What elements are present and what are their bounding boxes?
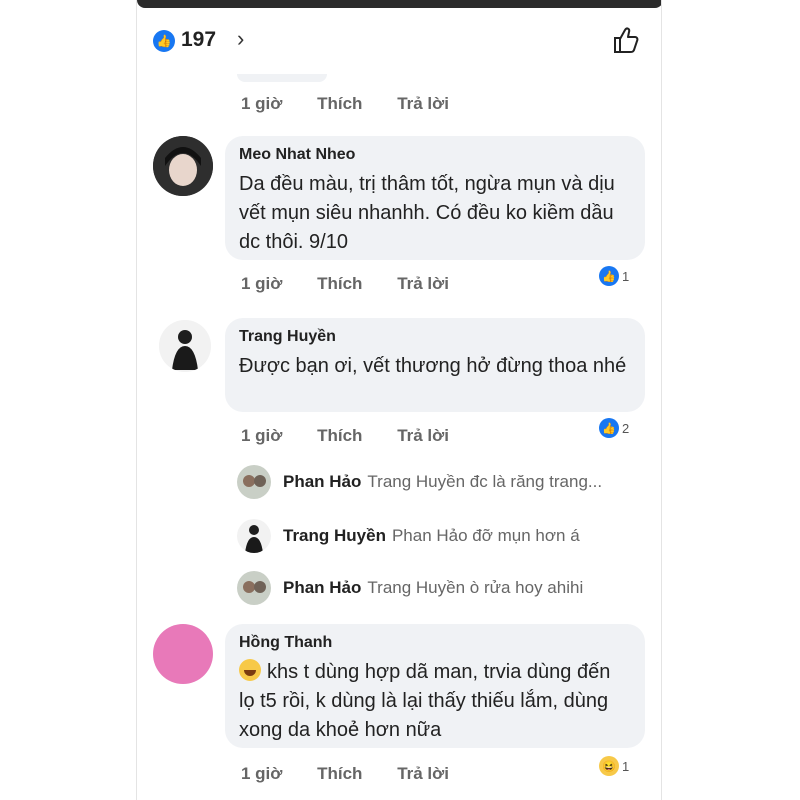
reply-avatar[interactable]	[237, 571, 271, 605]
avatar-photo	[237, 519, 271, 553]
reply-text: Trang Huyền đc là răng trang...	[367, 472, 603, 491]
reply-author[interactable]: Phan Hảo	[283, 472, 361, 492]
comment-author[interactable]: Meo Nhat Nheo	[239, 146, 631, 164]
avatar-photo	[153, 136, 213, 196]
reaction-count[interactable]: 197	[181, 28, 216, 52]
previous-comment-bubble	[237, 74, 327, 82]
like-reaction-icon: 👍	[599, 266, 619, 286]
comment-text: khs t dùng hợp dã man, trvia dùng đến lọ…	[239, 661, 611, 741]
like-link[interactable]: Thích	[317, 274, 362, 293]
reaction-badge-count: 1	[622, 758, 630, 774]
avatar-photo	[237, 571, 271, 605]
like-reaction-icon: 👍	[153, 30, 175, 52]
reactions-header: 👍 197 ›	[137, 8, 661, 66]
like-link[interactable]: Thích	[317, 426, 362, 445]
comment-time: 1 giờ	[241, 764, 283, 783]
avatar-photo	[237, 465, 271, 499]
reaction-badge-count: 1	[622, 268, 630, 284]
comment-actions: 1 giờ Thích Trả lời	[241, 94, 479, 114]
reply-item[interactable]: Phan Hảo Trang Huyền ò rửa hoy ahihi	[237, 570, 583, 606]
reply-text: Trang Huyền ò rửa hoy ahihi	[367, 578, 584, 597]
reply-author[interactable]: Trang Huyền	[283, 526, 386, 546]
comment-text-wrapper: khs t dùng hợp dã man, trvia dùng đến lọ…	[239, 658, 631, 745]
avatar[interactable]	[153, 136, 213, 196]
haha-reaction-icon: 😆	[599, 756, 619, 776]
comment-text: Da đều màu, trị thâm tốt, ngừa mụn và dị…	[239, 173, 615, 253]
reply-link[interactable]: Trả lời	[397, 764, 449, 783]
reply-author[interactable]: Phan Hảo	[283, 578, 361, 598]
comment-author[interactable]: Hồng Thanh	[239, 634, 631, 652]
comment-actions: 1 giờ Thích Trả lời	[241, 426, 479, 446]
comment-time: 1 giờ	[241, 94, 283, 113]
like-reaction-icon: 👍	[599, 418, 619, 438]
comment-bubble: Trang Huyền Được bạn ơi, vết thương hở đ…	[225, 318, 645, 412]
thumbs-up-icon[interactable]	[610, 24, 642, 56]
avatar[interactable]	[153, 624, 213, 684]
chevron-right-icon[interactable]: ›	[237, 26, 244, 52]
comment-bubble: Hồng Thanh khs t dùng hợp dã man, trvia …	[225, 624, 645, 748]
reply-avatar[interactable]	[237, 519, 271, 553]
comment-author[interactable]: Trang Huyền	[239, 328, 631, 346]
reply-link[interactable]: Trả lời	[397, 426, 449, 445]
laughing-emoji-icon	[239, 659, 261, 681]
avatar-photo	[159, 320, 211, 372]
comments-panel: 👍 197 › 1 giờ Thích Trả lời Meo Nhat Nhe…	[136, 0, 662, 800]
status-bar	[137, 0, 661, 8]
comment-time: 1 giờ	[241, 274, 283, 293]
comment-bubble: Meo Nhat Nheo Da đều màu, trị thâm tốt, …	[225, 136, 645, 260]
reaction-badge[interactable]: 👍 1	[599, 266, 629, 286]
reply-item[interactable]: Phan Hảo Trang Huyền đc là răng trang...	[237, 464, 602, 500]
reply-link[interactable]: Trả lời	[397, 94, 449, 113]
reaction-badge-count: 2	[622, 420, 630, 436]
reply-link[interactable]: Trả lời	[397, 274, 449, 293]
like-link[interactable]: Thích	[317, 94, 362, 113]
reply-item[interactable]: Trang Huyền Phan Hảo đỡ mụn hơn á	[237, 518, 580, 554]
comment-actions: 1 giờ Thích Trả lời	[241, 274, 479, 294]
comment-actions: 1 giờ Thích Trả lời	[241, 764, 479, 784]
avatar[interactable]	[159, 320, 211, 372]
comment-text: Được bạn ơi, vết thương hở đừng thoa nhé	[239, 355, 627, 377]
reply-text: Phan Hảo đỡ mụn hơn á	[391, 526, 580, 545]
reaction-badge[interactable]: 👍 2	[599, 418, 629, 438]
like-link[interactable]: Thích	[317, 764, 362, 783]
reply-avatar[interactable]	[237, 465, 271, 499]
reaction-badge[interactable]: 😆 1	[599, 756, 629, 776]
comment-time: 1 giờ	[241, 426, 283, 445]
